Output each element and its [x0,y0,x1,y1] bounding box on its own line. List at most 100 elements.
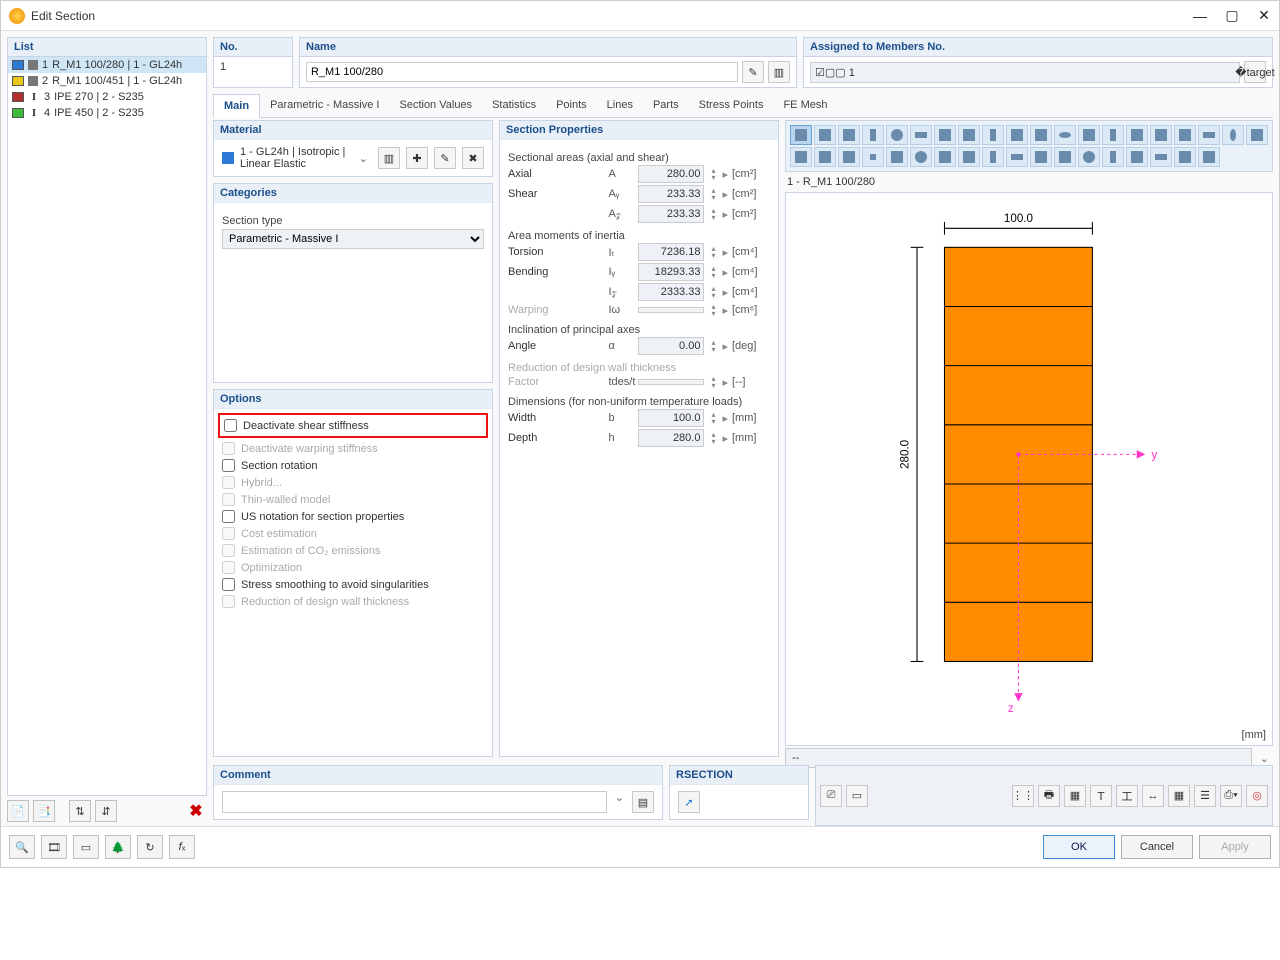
section-list-item[interactable]: 4IPE 450 | 2 - S235 [8,105,206,121]
arrow-icon[interactable]: ▸ [722,246,728,259]
arrow-icon[interactable]: ▸ [722,412,728,425]
preview-tool-axis[interactable]: Ｔ [1090,785,1112,807]
option-checkbox[interactable] [222,510,235,523]
tab-fe-mesh[interactable]: FE Mesh [773,94,837,117]
property-value[interactable]: 2333.33 [638,283,704,301]
cancel-button[interactable]: Cancel [1121,835,1193,859]
tab-statistics[interactable]: Statistics [482,94,546,117]
assigned-pick-icon[interactable]: �target [1244,61,1266,83]
assigned-value[interactable]: ☑▢▢ 1 [810,62,1240,83]
tab-parametric-massive-i[interactable]: Parametric - Massive I [260,94,389,117]
shape-button-26[interactable] [934,147,956,167]
property-value[interactable]: 233.33 [638,185,704,203]
option-section-rotation[interactable]: Section rotation [222,457,484,474]
shape-button-31[interactable] [1054,147,1076,167]
shape-button-11[interactable] [1054,125,1076,145]
shape-button-0[interactable] [790,125,812,145]
arrow-icon[interactable]: ▸ [722,340,728,353]
preview-tool-2[interactable]: ▭ [846,785,868,807]
option-checkbox[interactable] [222,578,235,591]
video-icon[interactable]: 🎞 [41,835,67,859]
option-deactivate-shear-stiffness[interactable]: Deactivate shear stiffness [224,417,482,434]
shape-button-28[interactable] [982,147,1004,167]
arrow-icon[interactable]: ▸ [722,208,728,221]
help-icon[interactable]: 🔍 [9,835,35,859]
spinner-icon[interactable]: ▴▾ [708,265,718,279]
shape-button-12[interactable] [1078,125,1100,145]
property-value[interactable]: 0.00 [638,337,704,355]
spinner-icon[interactable]: ▴▾ [708,207,718,221]
rsection-launch-icon[interactable]: ➚ [678,791,700,813]
shape-button-36[interactable] [1174,147,1196,167]
name-edit-icon[interactable]: ✎ [742,61,764,83]
name-input[interactable] [306,62,738,82]
tab-lines[interactable]: Lines [597,94,643,117]
shape-button-3[interactable] [862,125,884,145]
preview-tool-ibeam[interactable]: 工 [1116,785,1138,807]
tab-stress-points[interactable]: Stress Points [689,94,774,117]
preview-tool-grid[interactable]: ▦ [1168,785,1190,807]
property-value[interactable]: 280.00 [638,165,704,183]
window-icon[interactable]: ▭ [73,835,99,859]
tab-parts[interactable]: Parts [643,94,689,117]
material-library-icon[interactable]: ▥ [378,147,400,169]
shape-button-22[interactable] [838,147,860,167]
comment-caret-icon[interactable]: ⌄ [611,791,628,813]
shape-button-2[interactable] [838,125,860,145]
preview-tool-layers[interactable]: ▦ [1064,785,1086,807]
spinner-icon[interactable]: ▴▾ [708,167,718,181]
shape-button-25[interactable] [910,147,932,167]
shape-button-6[interactable] [934,125,956,145]
shape-button-5[interactable] [910,125,932,145]
shape-button-10[interactable] [1030,125,1052,145]
sort-asc-button[interactable]: ⇅ [69,800,91,822]
shape-button-4[interactable] [886,125,908,145]
property-value[interactable]: 7236.18 [638,243,704,261]
arrow-icon[interactable]: ▸ [722,168,728,181]
minimize-button[interactable]: — [1193,9,1207,23]
section-list[interactable]: 1R_M1 100/280 | 1 - GL24h2R_M1 100/451 |… [7,57,207,796]
material-edit-icon[interactable]: ✎ [434,147,456,169]
shape-button-37[interactable] [1198,147,1220,167]
option-us-notation-for-section-properties[interactable]: US notation for section properties [222,508,484,525]
preview-tool-print[interactable]: 🖶 [1038,785,1060,807]
name-library-icon[interactable]: ▥ [768,61,790,83]
spinner-icon[interactable]: ▴▾ [708,245,718,259]
shape-button-13[interactable] [1102,125,1124,145]
spinner-icon[interactable]: ▴▾ [708,411,718,425]
shape-button-21[interactable] [814,147,836,167]
option-checkbox[interactable] [222,459,235,472]
script-icon[interactable]: fₓ [169,835,195,859]
shape-button-24[interactable] [886,147,908,167]
close-button[interactable]: ✕ [1257,9,1271,23]
maximize-button[interactable]: ▢ [1225,9,1239,23]
shape-button-20[interactable] [790,147,812,167]
shape-button-1[interactable] [814,125,836,145]
shape-button-8[interactable] [982,125,1004,145]
shape-button-17[interactable] [1198,125,1220,145]
comment-input[interactable] [222,791,607,813]
preview-info-caret-icon[interactable]: ⌄ [1256,752,1273,765]
shape-button-27[interactable] [958,147,980,167]
shape-button-14[interactable] [1126,125,1148,145]
sort-desc-button[interactable]: ⇵ [95,800,117,822]
arrow-icon[interactable]: ▸ [722,266,728,279]
comment-library-icon[interactable]: ▤ [632,791,654,813]
preview-tool-colors[interactable]: ⋮⋮ [1012,785,1034,807]
property-value[interactable]: 18293.33 [638,263,704,281]
refresh-icon[interactable]: ↻ [137,835,163,859]
preview-tool-dim[interactable]: ↔ [1142,785,1164,807]
shape-button-34[interactable] [1126,147,1148,167]
material-new-icon[interactable]: ✚ [406,147,428,169]
section-list-item[interactable]: 2R_M1 100/451 | 1 - GL24h [8,73,206,89]
shape-button-32[interactable] [1078,147,1100,167]
ok-button[interactable]: OK [1043,835,1115,859]
preview-tool-target[interactable]: ◎ [1246,785,1268,807]
material-dropdown-icon[interactable]: ⌄ [355,152,372,165]
preview-tool-export[interactable]: ⎙▾ [1220,785,1242,807]
option-stress-smoothing-to-avoid-singularities[interactable]: Stress smoothing to avoid singularities [222,576,484,593]
shape-button-33[interactable] [1102,147,1124,167]
section-list-item[interactable]: 3IPE 270 | 2 - S235 [8,89,206,105]
option-checkbox[interactable] [224,419,237,432]
shape-button-35[interactable] [1150,147,1172,167]
